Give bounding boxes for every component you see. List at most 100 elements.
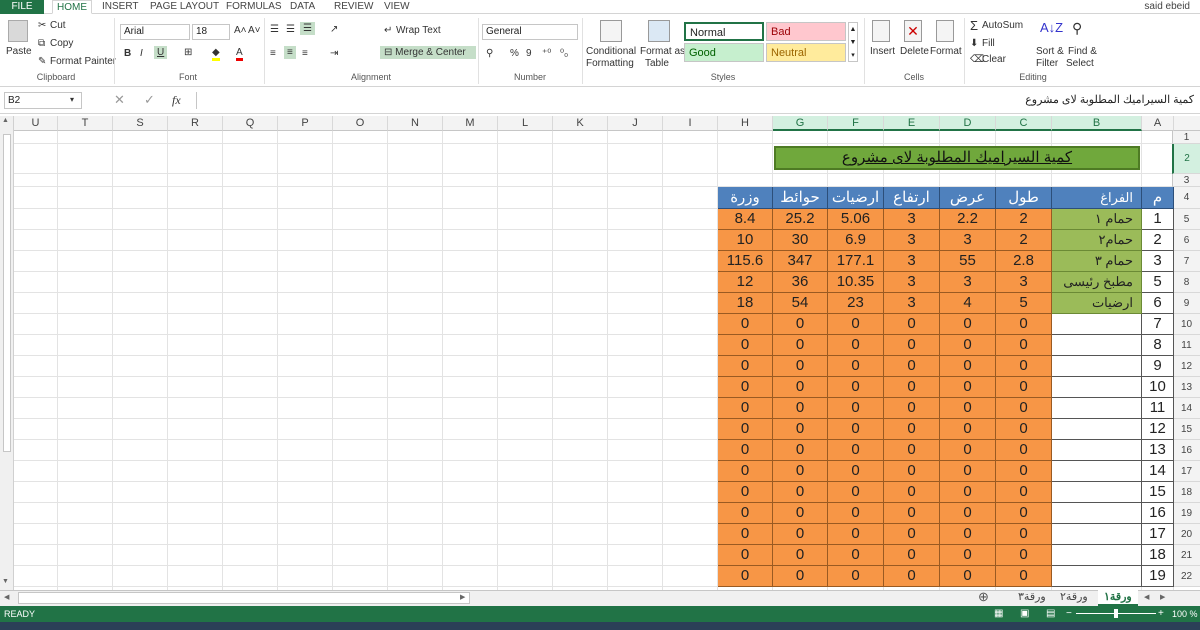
cell-C16[interactable]: 0 xyxy=(996,440,1052,461)
header-cell-H[interactable]: وزرة xyxy=(718,187,773,209)
row-header-20[interactable]: 20 xyxy=(1172,524,1200,545)
row-header-7[interactable]: 7 xyxy=(1172,251,1200,272)
cell-H6[interactable]: 10 xyxy=(718,230,773,251)
format-cells-button[interactable]: Format xyxy=(930,46,962,57)
cell-C14[interactable]: 0 xyxy=(996,398,1052,419)
cell-F8[interactable]: 10.35 xyxy=(828,272,884,293)
cell-G18[interactable]: 0 xyxy=(773,482,828,503)
sheet-prev-icon[interactable]: ◀ xyxy=(1144,593,1149,601)
style-good[interactable]: Good xyxy=(684,43,764,62)
wrap-text-icon[interactable]: ↵ xyxy=(384,25,392,36)
cell-D22[interactable]: 0 xyxy=(940,566,996,587)
cell-F15[interactable]: 0 xyxy=(828,419,884,440)
delete-cells-button[interactable]: Delete xyxy=(900,46,929,57)
cell-G11[interactable]: 0 xyxy=(773,335,828,356)
cell-D8[interactable]: 3 xyxy=(940,272,996,293)
cell-C11[interactable]: 0 xyxy=(996,335,1052,356)
align-right-icon[interactable]: ≡ xyxy=(302,48,308,59)
cell-E19[interactable]: 0 xyxy=(884,503,940,524)
column-header-B[interactable]: B xyxy=(1052,116,1142,131)
cell-A22[interactable]: 19 xyxy=(1142,566,1174,587)
cell-B13[interactable] xyxy=(1052,377,1142,398)
column-header-M[interactable]: M xyxy=(443,116,498,131)
name-box-dropdown-icon[interactable]: ▾ xyxy=(70,95,74,104)
insert-cells-button[interactable]: Insert xyxy=(870,46,895,57)
cell-H9[interactable]: 18 xyxy=(718,293,773,314)
row-header-13[interactable]: 13 xyxy=(1172,377,1200,398)
zoom-level[interactable]: 100 % xyxy=(1172,606,1198,622)
paste-button[interactable]: Paste xyxy=(6,46,32,57)
cell-A16[interactable]: 13 xyxy=(1142,440,1174,461)
column-header-K[interactable]: K xyxy=(553,116,608,131)
cell-F16[interactable]: 0 xyxy=(828,440,884,461)
cell-F9[interactable]: 23 xyxy=(828,293,884,314)
tab-data[interactable]: DATA xyxy=(290,0,315,14)
cell-G12[interactable]: 0 xyxy=(773,356,828,377)
tab-insert[interactable]: INSERT xyxy=(102,0,139,14)
sheet-title-cell[interactable]: كمية السيراميك المطلوبة لاى مشروع xyxy=(774,146,1140,170)
row-header-2[interactable]: 2 xyxy=(1172,144,1200,174)
cell-H19[interactable]: 0 xyxy=(718,503,773,524)
sort-filter-button[interactable]: Sort & xyxy=(1036,46,1064,57)
scroll-up-icon[interactable]: ▲ xyxy=(2,117,9,124)
cell-D14[interactable]: 0 xyxy=(940,398,996,419)
autosum-button[interactable]: AutoSum xyxy=(982,20,1023,31)
clear-button[interactable]: Clear xyxy=(982,54,1006,65)
cell-C12[interactable]: 0 xyxy=(996,356,1052,377)
cell-D17[interactable]: 0 xyxy=(940,461,996,482)
cell-E20[interactable]: 0 xyxy=(884,524,940,545)
delete-cells-icon[interactable]: ✕ xyxy=(904,20,922,42)
cell-A10[interactable]: 7 xyxy=(1142,314,1174,335)
cell-D7[interactable]: 55 xyxy=(940,251,996,272)
header-cell-F[interactable]: ارضيات xyxy=(828,187,884,209)
cell-A13[interactable]: 10 xyxy=(1142,377,1174,398)
tab-formulas[interactable]: FORMULAS xyxy=(226,0,282,14)
cell-A17[interactable]: 14 xyxy=(1142,461,1174,482)
tab-home[interactable]: HOME xyxy=(52,0,92,14)
row-header-10[interactable]: 10 xyxy=(1172,314,1200,335)
autosum-icon[interactable]: Σ xyxy=(970,18,978,33)
column-header-U[interactable]: U xyxy=(14,116,58,131)
formula-input[interactable]: كمية السيراميك المطلوبة لاى مشروع xyxy=(196,92,1198,109)
cell-H10[interactable]: 0 xyxy=(718,314,773,335)
cell-H12[interactable]: 0 xyxy=(718,356,773,377)
vertical-scrollbar[interactable] xyxy=(0,116,14,590)
indent-icon[interactable]: ⇥ xyxy=(330,48,338,59)
cell-D21[interactable]: 0 xyxy=(940,545,996,566)
style-bad[interactable]: Bad xyxy=(766,22,846,41)
cell-D19[interactable]: 0 xyxy=(940,503,996,524)
cell-H16[interactable]: 0 xyxy=(718,440,773,461)
header-cell-D[interactable]: عرض xyxy=(940,187,996,209)
cell-F18[interactable]: 0 xyxy=(828,482,884,503)
cell-E9[interactable]: 3 xyxy=(884,293,940,314)
font-color-icon[interactable]: A xyxy=(236,47,243,61)
merge-center-button[interactable]: ⊟ Merge & Center xyxy=(380,46,476,59)
cell-B20[interactable] xyxy=(1052,524,1142,545)
cell-G9[interactable]: 54 xyxy=(773,293,828,314)
format-as-table-button[interactable]: Format as xyxy=(640,46,685,57)
cell-H13[interactable]: 0 xyxy=(718,377,773,398)
cell-E11[interactable]: 0 xyxy=(884,335,940,356)
cut-icon[interactable]: ✂ xyxy=(38,20,46,31)
header-cell-C[interactable]: طول xyxy=(996,187,1052,209)
orientation-icon[interactable]: ↗ xyxy=(330,24,338,35)
increase-decimal-icon[interactable]: ⁺⁰ xyxy=(542,48,551,59)
row-header-16[interactable]: 16 xyxy=(1172,440,1200,461)
row-header-21[interactable]: 21 xyxy=(1172,545,1200,566)
cell-B15[interactable] xyxy=(1052,419,1142,440)
cell-A5[interactable]: 1 xyxy=(1142,209,1174,230)
cell-G6[interactable]: 30 xyxy=(773,230,828,251)
cell-E14[interactable]: 0 xyxy=(884,398,940,419)
cell-G13[interactable]: 0 xyxy=(773,377,828,398)
column-header-L[interactable]: L xyxy=(498,116,553,131)
column-header-A[interactable]: A xyxy=(1142,116,1174,131)
cell-F19[interactable]: 0 xyxy=(828,503,884,524)
tab-view[interactable]: VIEW xyxy=(384,0,410,14)
column-header-E[interactable]: E xyxy=(884,116,940,131)
format-as-table-label[interactable]: Table xyxy=(645,58,669,69)
comma-button[interactable]: 9 xyxy=(526,48,532,59)
cell-H11[interactable]: 0 xyxy=(718,335,773,356)
column-header-R[interactable]: R xyxy=(168,116,223,131)
cell-A9[interactable]: 6 xyxy=(1142,293,1174,314)
cell-B19[interactable] xyxy=(1052,503,1142,524)
